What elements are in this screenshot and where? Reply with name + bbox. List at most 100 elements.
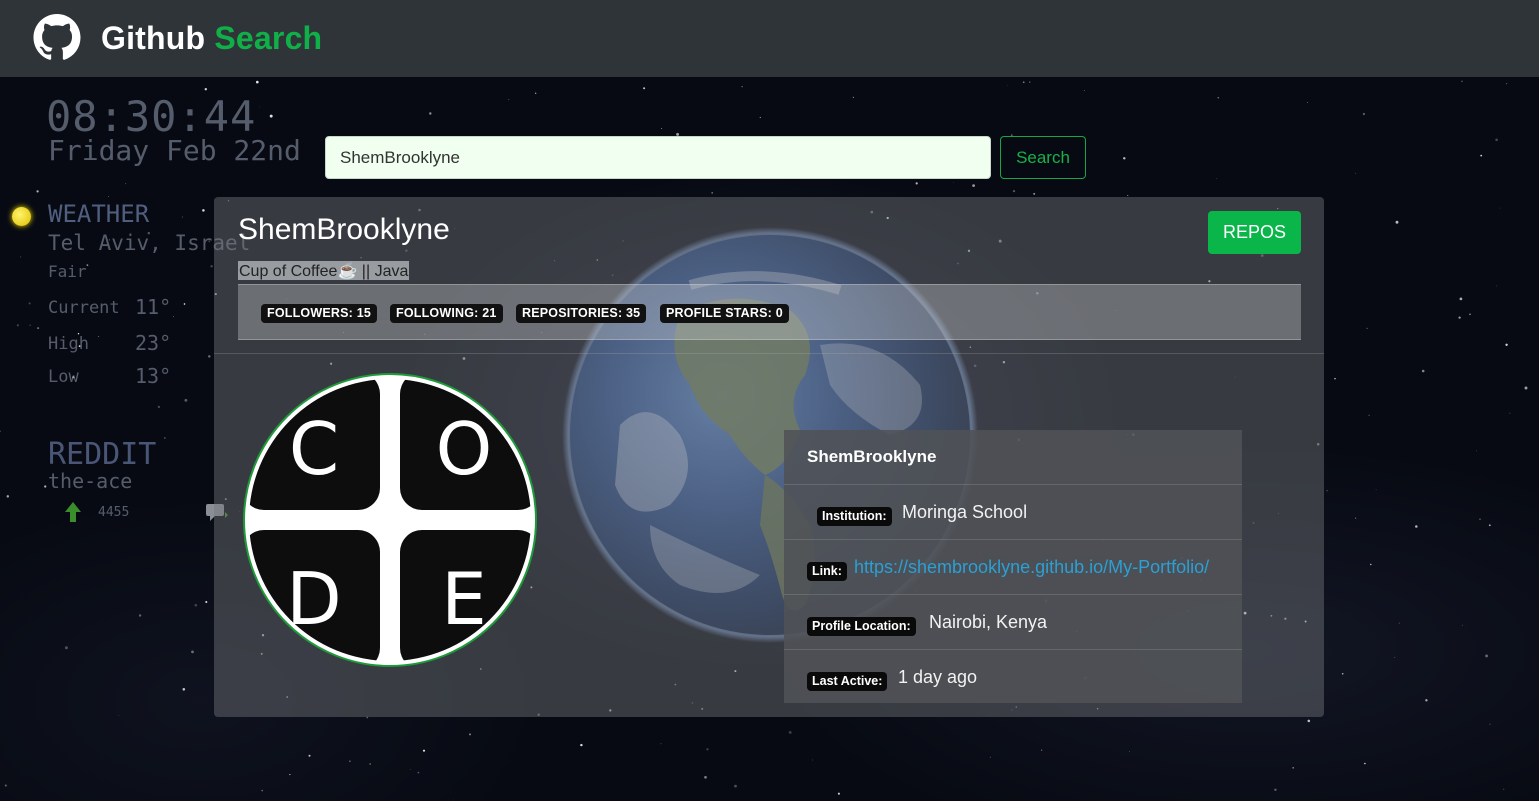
star: [37, 327, 40, 330]
star: [915, 182, 918, 185]
profile-bio: Cup of Coffee☕ || Java: [238, 261, 410, 280]
weather-current-label: Current: [48, 298, 120, 318]
star: [1022, 81, 1025, 84]
star: [429, 112, 432, 115]
star: [308, 754, 311, 757]
last-active-row: Last Active: 1 day ago: [784, 649, 1242, 704]
star: [1461, 80, 1463, 82]
star: [194, 603, 198, 607]
star: [1458, 316, 1461, 319]
star: [1459, 297, 1463, 301]
star: [837, 792, 840, 795]
star: [1368, 414, 1370, 417]
star: [1370, 563, 1372, 566]
reddit-title: REDDIT: [48, 437, 157, 472]
star: [261, 789, 264, 792]
star: [1421, 369, 1425, 373]
star: [64, 646, 68, 650]
star: [289, 774, 291, 776]
star: [468, 733, 472, 736]
star: [410, 769, 411, 770]
profile-stars-badge: PROFILE STARS: 0: [660, 304, 789, 323]
star: [36, 190, 39, 193]
avatar-letter-o: O: [436, 407, 493, 491]
institution-row: Institution: Moringa School: [784, 484, 1242, 539]
star: [1425, 699, 1428, 702]
star: [183, 303, 186, 305]
location-row: Profile Location: Nairobi, Kenya: [784, 594, 1242, 649]
star: [452, 799, 454, 801]
star: [0, 430, 2, 433]
star: [1489, 723, 1491, 725]
link-label: Link:: [807, 562, 847, 581]
details-username: ShemBrooklyne: [807, 447, 937, 466]
star: [1506, 83, 1508, 85]
star: [706, 748, 709, 751]
star: [1216, 178, 1218, 179]
star: [508, 99, 510, 101]
sun-icon: [12, 207, 31, 226]
star: [1395, 220, 1399, 224]
star: [184, 398, 188, 402]
star: [255, 80, 259, 84]
star: [711, 192, 714, 194]
github-octocat-icon[interactable]: [31, 14, 83, 61]
star: [1503, 788, 1505, 790]
star: [1488, 524, 1491, 527]
search-button[interactable]: Search: [1000, 136, 1086, 179]
brand-title[interactable]: Github Search: [101, 20, 322, 57]
portfolio-link[interactable]: https://shembrooklyne.github.io/My-Portf…: [854, 557, 1209, 578]
star: [1307, 719, 1311, 723]
profile-card: ShemBrooklyne Cup of Coffee☕ || Java REP…: [214, 197, 1324, 717]
star: [1499, 207, 1501, 209]
star: [1217, 96, 1220, 99]
star: [1398, 622, 1400, 624]
search-input[interactable]: [325, 136, 991, 179]
following-badge: FOLLOWING: 21: [390, 304, 503, 323]
star: [208, 355, 211, 358]
star: [989, 756, 991, 758]
avatar-letter-d: D: [286, 557, 341, 641]
star: [422, 749, 426, 752]
star: [1485, 654, 1489, 658]
star: [1394, 656, 1396, 658]
star: [182, 688, 186, 691]
repos-button[interactable]: REPOS: [1208, 211, 1301, 254]
star: [1274, 788, 1277, 792]
desktop-clock-date: Friday Feb 22nd: [48, 134, 301, 167]
star: [1375, 489, 1377, 491]
top-navbar: Github Search: [0, 0, 1539, 77]
star: [20, 256, 22, 258]
star: [1366, 327, 1368, 329]
weather-title: WEATHER: [48, 200, 150, 228]
star: [118, 714, 120, 716]
star: [417, 771, 420, 774]
star: [1362, 112, 1365, 116]
followers-badge: FOLLOWERS: 15: [261, 304, 377, 323]
star: [349, 760, 351, 762]
star: [44, 485, 47, 488]
star: [1364, 762, 1366, 765]
star: [1461, 624, 1463, 626]
star: [98, 335, 100, 337]
star: [1480, 154, 1483, 157]
avatar-letter-e: E: [441, 557, 487, 641]
star: [1509, 412, 1511, 414]
weather-high-label: High: [48, 334, 89, 354]
star: [1006, 85, 1008, 86]
card-divider: [214, 353, 1324, 354]
star: [1355, 517, 1357, 519]
star: [28, 302, 31, 305]
star: [741, 86, 743, 88]
weather-low-label: Low: [48, 367, 79, 387]
star: [643, 87, 646, 90]
star: [1524, 386, 1528, 390]
location-label: Profile Location:: [807, 617, 916, 636]
star: [1128, 751, 1130, 753]
weather-condition: Fair: [48, 262, 87, 281]
star: [661, 127, 663, 129]
star: [1505, 343, 1508, 346]
star: [535, 92, 537, 94]
profile-avatar: C O D E: [243, 373, 537, 667]
profile-details-panel: ShemBrooklyne Institution: Moringa Schoo…: [784, 430, 1242, 703]
